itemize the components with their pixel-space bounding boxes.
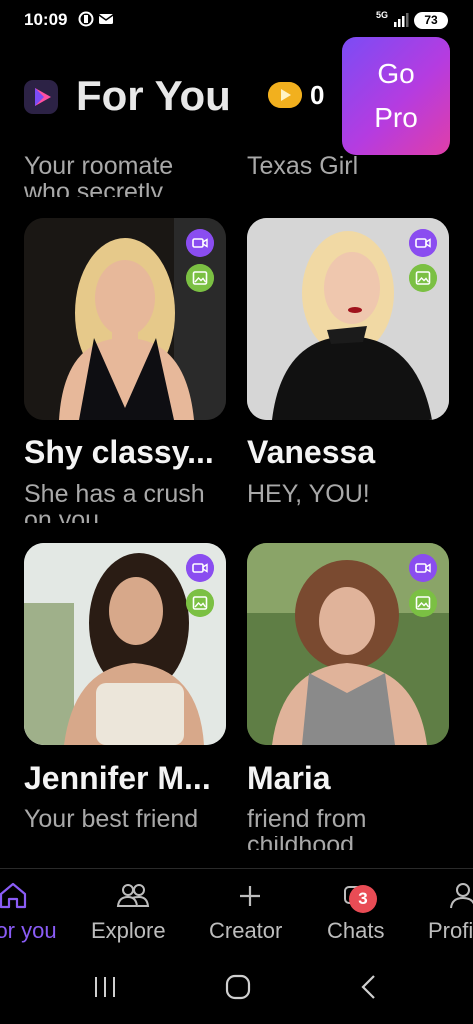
character-desc-cut: on you [24,511,99,523]
network-type: 5G [376,10,389,20]
plus-icon [240,886,260,906]
people-icon [116,884,150,907]
coin-count: 0 [310,80,325,110]
character-desc: Your roomate [24,152,174,180]
video-call-icon[interactable] [186,229,214,257]
character-desc: Your best friend [24,805,199,833]
nav-item-profile[interactable]: Profile [426,878,473,952]
nav-label: Explore [91,918,166,943]
character-desc-cut: childhood [247,836,355,850]
home-icon [0,882,27,909]
nav-item-for-you[interactable]: For you [0,878,60,952]
home-circle-icon[interactable] [224,970,252,1004]
app-logo-icon [24,80,58,114]
page-title: For You [76,72,231,119]
go-pro-button[interactable]: Go Pro [342,37,450,155]
coin-icon[interactable] [268,82,302,108]
nav-label: Creator [209,918,283,943]
character-desc-cut: who secretly [24,183,163,197]
character-name[interactable]: Maria [247,760,331,797]
character-name[interactable]: Shy classy... [24,434,214,471]
data-saver-icon [78,11,94,27]
go-pro-line2: Pro [374,102,418,133]
character-name[interactable]: Vanessa [247,434,375,471]
character-name[interactable]: Jennifer M... [24,760,211,797]
image-gallery-icon[interactable] [409,264,437,292]
video-call-icon[interactable] [409,554,437,582]
profile-icon [450,883,473,909]
character-desc: friend from [247,805,367,833]
character-card-image[interactable] [247,218,449,420]
status-time: 10:09 [24,10,68,29]
character-desc: Texas Girl [247,152,359,180]
nav-label: Chats [327,918,385,943]
nav-item-creator[interactable]: Creator [207,878,297,952]
character-card-image[interactable] [247,543,449,745]
character-card-image[interactable] [24,543,226,745]
video-call-icon[interactable] [186,554,214,582]
back-icon[interactable] [356,970,382,1004]
character-desc: HEY, YOU! [247,480,370,508]
image-gallery-icon[interactable] [186,589,214,617]
go-pro-line1: Go [377,58,415,89]
video-call-icon[interactable] [409,229,437,257]
nav-item-explore[interactable]: Explore [88,878,178,952]
mail-icon [98,14,114,24]
signal-icon [394,13,409,27]
nav-divider [0,868,473,869]
nav-label: For you [0,918,57,943]
chats-badge: 3 [349,885,377,913]
character-card-image[interactable] [24,218,226,420]
image-gallery-icon[interactable] [186,264,214,292]
character-desc: She has a crush [24,480,205,508]
nav-label: Profile [428,918,473,943]
battery-icon: 73 [414,12,448,29]
image-gallery-icon[interactable] [409,589,437,617]
recents-icon[interactable] [92,970,118,1004]
